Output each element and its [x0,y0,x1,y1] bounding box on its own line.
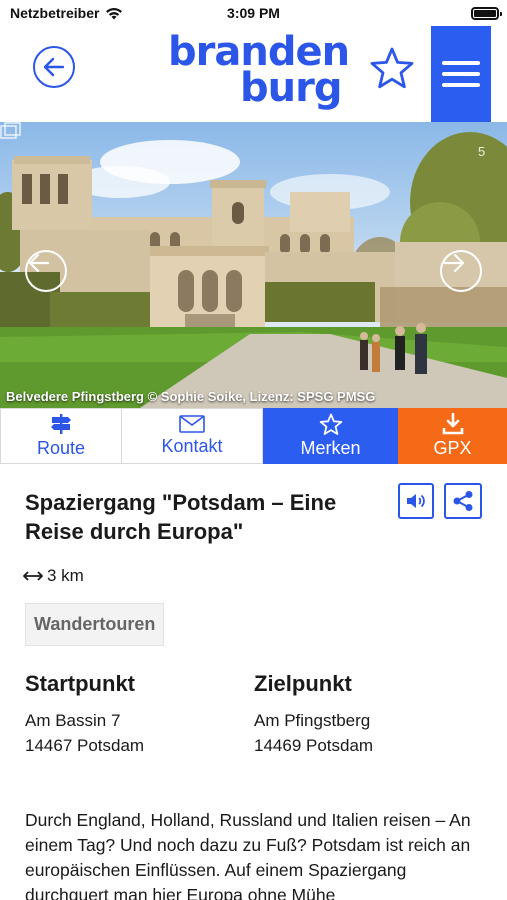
belvedere-photo [0,132,507,408]
star-icon [370,47,414,89]
gpx-label: GPX [433,438,472,458]
gpx-download-button[interactable]: GPX [398,408,507,464]
merken-label: Merken [300,438,361,458]
start-heading: Startpunkt [25,671,135,696]
envelope-icon [179,415,205,433]
back-arrow-icon [43,57,65,77]
category-tag[interactable]: Wandertouren [25,603,165,646]
image-caption: Belvedere Pfingstberg © Sophie Soike, Li… [6,389,376,404]
gallery-next-button[interactable] [440,250,482,292]
kontakt-button[interactable]: Kontakt [122,408,263,464]
hamburger-menu-icon [442,61,480,65]
end-street: Am Pfingstberg [254,711,371,730]
app-header: branden burg [0,26,507,122]
merken-button[interactable]: Merken [263,408,398,464]
clock: 3:09 PM [227,5,280,21]
back-button[interactable] [33,46,75,88]
action-bar: Route Kontakt Merken GPX [0,408,507,464]
tour-description: Durch England, Holland, Russland und Ita… [25,810,471,900]
favorite-button[interactable] [368,44,416,92]
start-street: Am Bassin 7 [25,711,121,730]
kontakt-label: Kontakt [161,436,223,456]
tour-title: Spaziergang "Potsdam – Eine Reise durch … [25,490,337,544]
start-city: 14467 Potsdam [25,736,145,755]
download-icon [442,413,463,435]
battery-icon [471,7,502,20]
end-address: Am Pfingstberg 14469 Potsdam [254,708,373,758]
distance-arrows-icon [23,571,43,581]
menu-button[interactable] [431,26,491,122]
speaker-icon [407,494,425,508]
signpost-icon [51,414,71,434]
arrow-right-icon [443,253,465,273]
gallery-count: 5 [478,144,486,159]
gallery-prev-button[interactable] [25,250,67,292]
read-aloud-button[interactable] [398,483,434,519]
share-button[interactable] [444,483,482,519]
route-button[interactable]: Route [0,408,122,464]
hero-image[interactable]: 5 Belvedere Pfingstberg © Sophie Soike, … [0,122,507,408]
brandenburg-logo[interactable]: branden burg [168,32,350,114]
star-outline-icon [319,413,342,435]
status-bar: Netzbetreiber 3:09 PM [0,0,507,26]
share-icon [453,491,473,511]
gallery-icon [0,122,21,139]
arrow-left-icon [28,253,50,273]
tour-distance: 3 km [23,566,84,586]
end-heading: Zielpunkt [254,671,352,696]
end-city: 14469 Potsdam [254,736,374,755]
route-label: Route [36,438,86,458]
start-address: Am Bassin 7 14467 Potsdam [25,708,144,758]
distance-value: 3 km [47,566,84,585]
logo-line-2: burg [240,65,342,111]
